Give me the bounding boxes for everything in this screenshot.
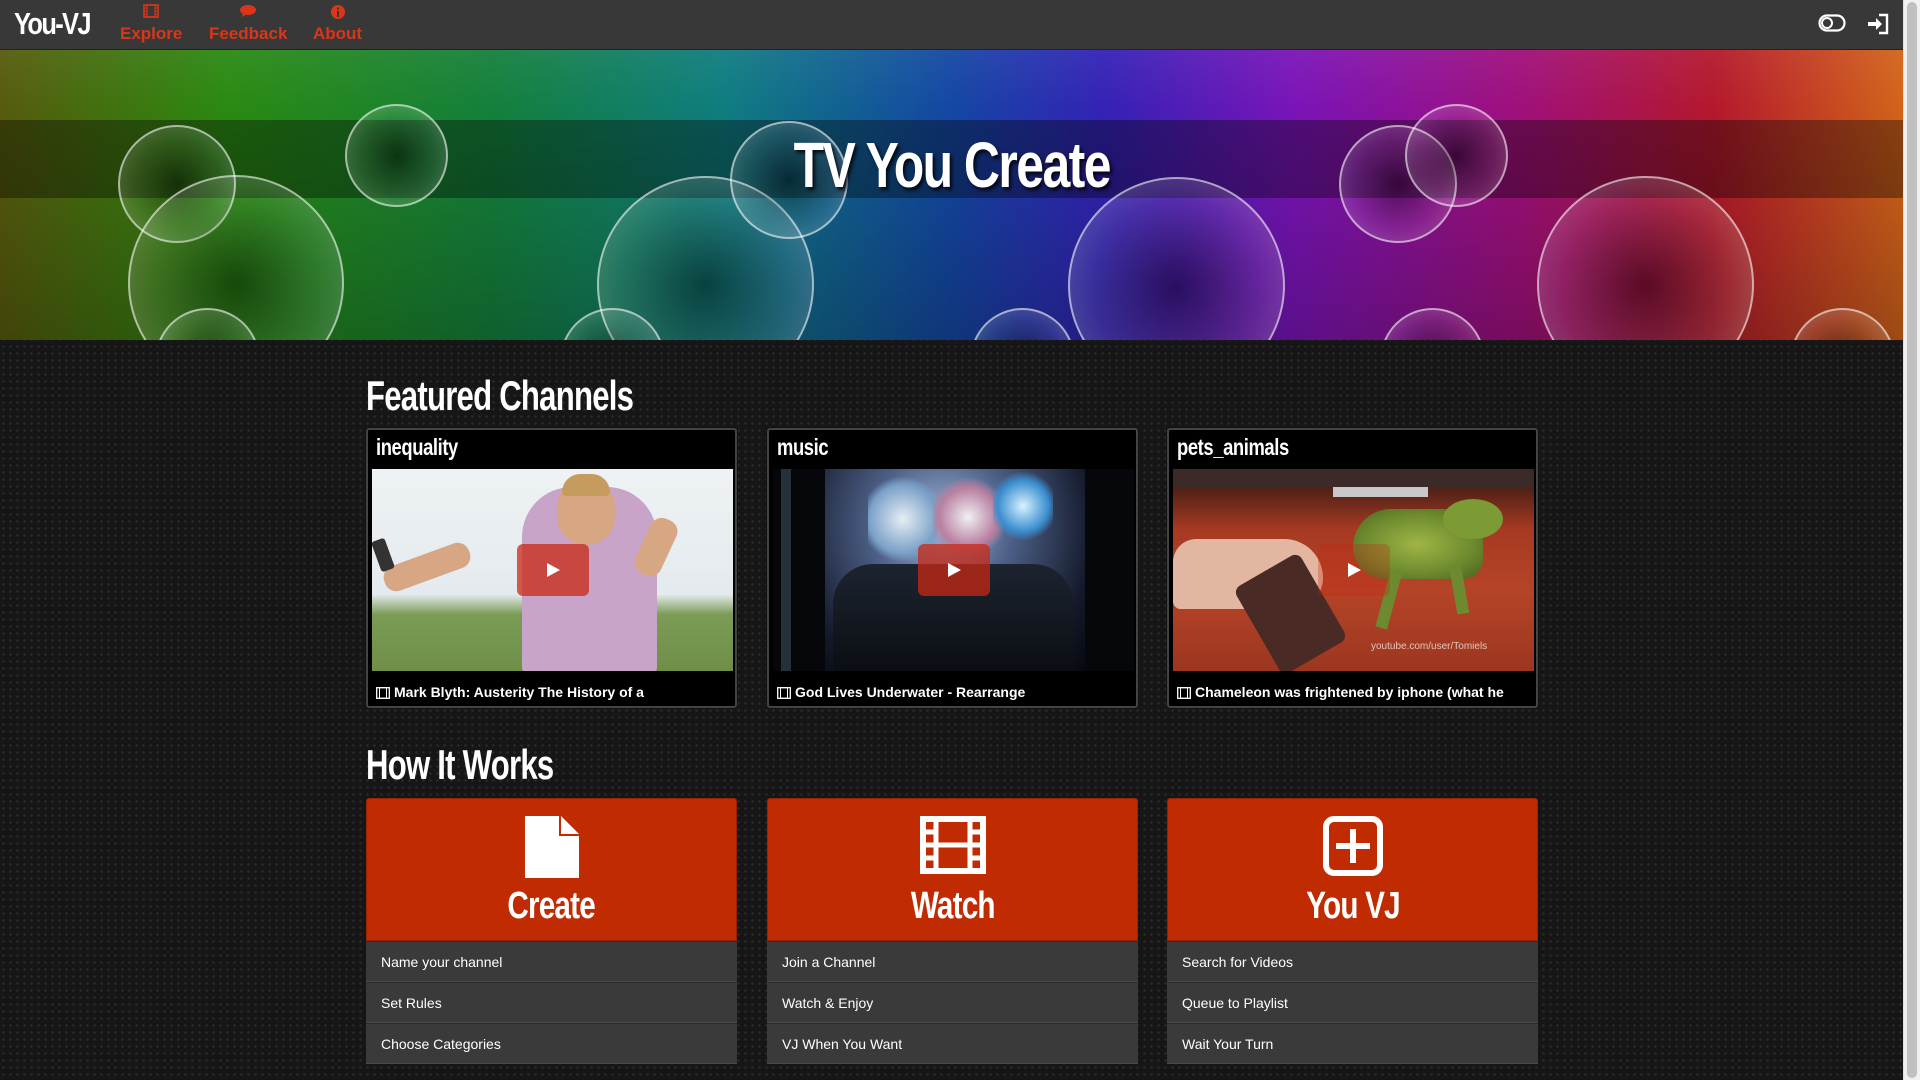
create-label: Create [507,885,596,927]
file-icon [367,816,736,878]
how-step-you-vj: You VJ Search for Videos Queue to Playli… [1167,798,1538,1064]
film-icon [1177,686,1191,702]
nav-about[interactable]: About [313,4,362,44]
you-vj-step-item: Wait Your Turn [1167,1023,1538,1064]
vertical-scrollbar[interactable] [1903,0,1920,1080]
watch-header[interactable]: Watch [767,798,1138,941]
watch-step-item: Join a Channel [767,941,1138,982]
channel-name: inequality [376,434,458,460]
page: You-VJ Explore Feedback About TV You Cre… [0,0,1903,1080]
comment-icon [209,4,287,22]
you-vj-step-item: Queue to Playlist [1167,982,1538,1023]
create-step-item: Choose Categories [366,1023,737,1064]
film-icon [768,816,1137,874]
video-thumbnail[interactable] [372,469,733,671]
toggle-icon[interactable] [1818,13,1846,38]
play-icon[interactable] [516,544,589,596]
play-icon[interactable] [1317,544,1390,596]
nav-about-label: About [313,24,363,43]
hero-title: TV You Create [793,129,1111,201]
channel-card-music[interactable]: music God Lives Underwater - Rearrange [767,428,1138,708]
info-icon [313,4,362,22]
create-step-item: Set Rules [366,982,737,1023]
how-step-create: Create Name your channel Set Rules Choos… [366,798,737,1064]
you-vj-header[interactable]: You VJ [1167,798,1538,941]
video-thumbnail[interactable] [773,469,1134,671]
film-icon [120,4,182,22]
how-step-watch: Watch Join a Channel Watch & Enjoy VJ Wh… [767,798,1138,1064]
nav-feedback-label: Feedback [209,24,288,43]
channel-card-inequality[interactable]: inequality Mark Blyth: Austerity The His… [366,428,737,708]
how-it-works-title: How It Works [366,741,554,788]
nav-explore-label: Explore [120,24,183,43]
video-title[interactable]: Mark Blyth: Austerity The History of a [376,684,731,702]
play-icon[interactable] [917,544,990,596]
sign-in-icon[interactable] [1866,13,1890,40]
video-title[interactable]: God Lives Underwater - Rearrange [777,684,1132,702]
channel-card-pets-animals[interactable]: pets_animals youtube.com/user/Tomiels Ch… [1167,428,1538,708]
create-step-item: Name your channel [366,941,737,982]
scrollbar-thumb[interactable] [1907,2,1917,1078]
watch-step-item: VJ When You Want [767,1023,1138,1064]
video-thumbnail[interactable]: youtube.com/user/Tomiels [1173,469,1534,671]
create-header[interactable]: Create [366,798,737,941]
you-vj-step-item: Search for Videos [1167,941,1538,982]
channel-name: pets_animals [1177,434,1289,460]
nav-feedback[interactable]: Feedback [209,4,287,44]
film-icon [777,686,791,702]
you-vj-label: You VJ [1305,885,1400,927]
featured-title: Featured Channels [366,372,634,419]
channel-name: music [777,434,829,460]
watch-label: Watch [910,885,996,927]
brand-logo[interactable]: You-VJ [14,6,91,42]
nav-explore[interactable]: Explore [120,4,182,44]
hero-banner: TV You Create [0,50,1903,340]
navbar: You-VJ Explore Feedback About [0,0,1903,50]
video-title[interactable]: Chameleon was frightened by iphone (what… [1177,684,1532,702]
video-watermark: youtube.com/user/Tomiels [1371,641,1488,652]
film-icon [376,686,390,702]
watch-step-item: Watch & Enjoy [767,982,1138,1023]
plus-square-icon [1168,816,1537,876]
